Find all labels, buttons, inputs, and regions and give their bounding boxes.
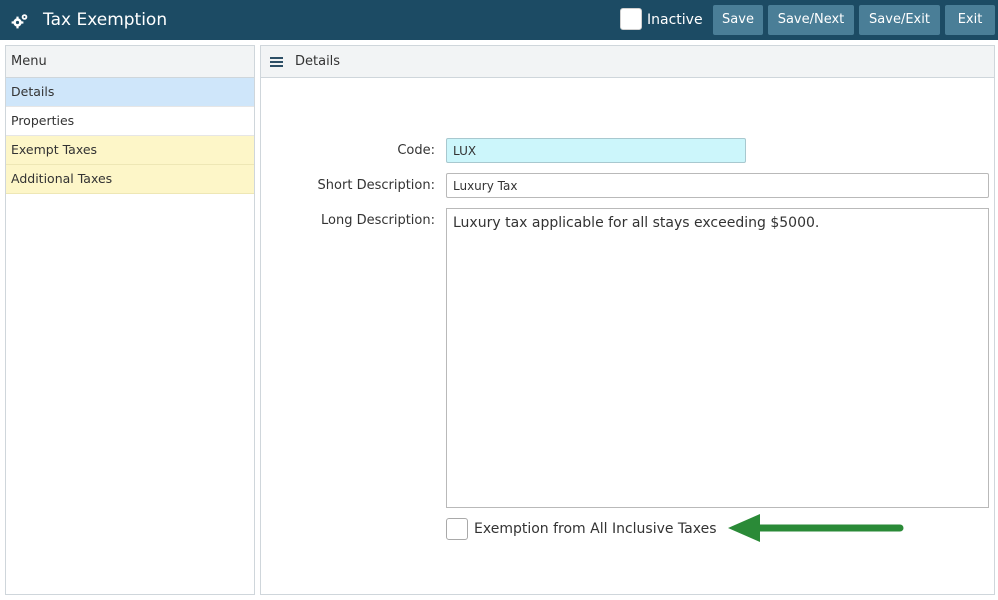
long-description-label: Long Description: (320, 213, 435, 228)
details-title: Details (295, 54, 341, 69)
hamburger-icon[interactable] (270, 57, 283, 67)
inactive-checkbox[interactable] (620, 8, 642, 30)
short-description-label: Short Description: (317, 178, 435, 193)
inactive-label: Inactive (647, 12, 703, 28)
exemption-all-inclusive-label: Exemption from All Inclusive Taxes (474, 521, 717, 537)
details-header: Details (261, 46, 994, 78)
short-description-input[interactable] (446, 173, 989, 198)
page-title: Tax Exemption (43, 10, 168, 30)
save-next-button[interactable]: Save/Next (768, 5, 854, 35)
exit-button[interactable]: Exit (945, 5, 995, 35)
exemption-all-inclusive-checkbox[interactable] (446, 518, 468, 540)
save-button[interactable]: Save (713, 5, 763, 35)
menu-item-exempt-taxes[interactable]: Exempt Taxes (6, 136, 254, 165)
menu-item-additional-taxes[interactable]: Additional Taxes (6, 165, 254, 194)
save-exit-button[interactable]: Save/Exit (859, 5, 940, 35)
green-arrow-annotation (728, 514, 904, 542)
menu-item-details[interactable]: Details (6, 78, 254, 107)
menu-item-properties[interactable]: Properties (6, 107, 254, 136)
top-bar: Tax Exemption Inactive Save Save/Next Sa… (0, 0, 998, 40)
long-description-textarea[interactable]: Luxury tax applicable for all stays exce… (446, 208, 989, 508)
code-label: Code: (397, 143, 435, 158)
gears-icon (11, 14, 28, 29)
menu-header: Menu (6, 46, 254, 78)
menu-panel: Menu Details Properties Exempt Taxes Add… (5, 45, 255, 595)
code-input[interactable] (446, 138, 746, 163)
